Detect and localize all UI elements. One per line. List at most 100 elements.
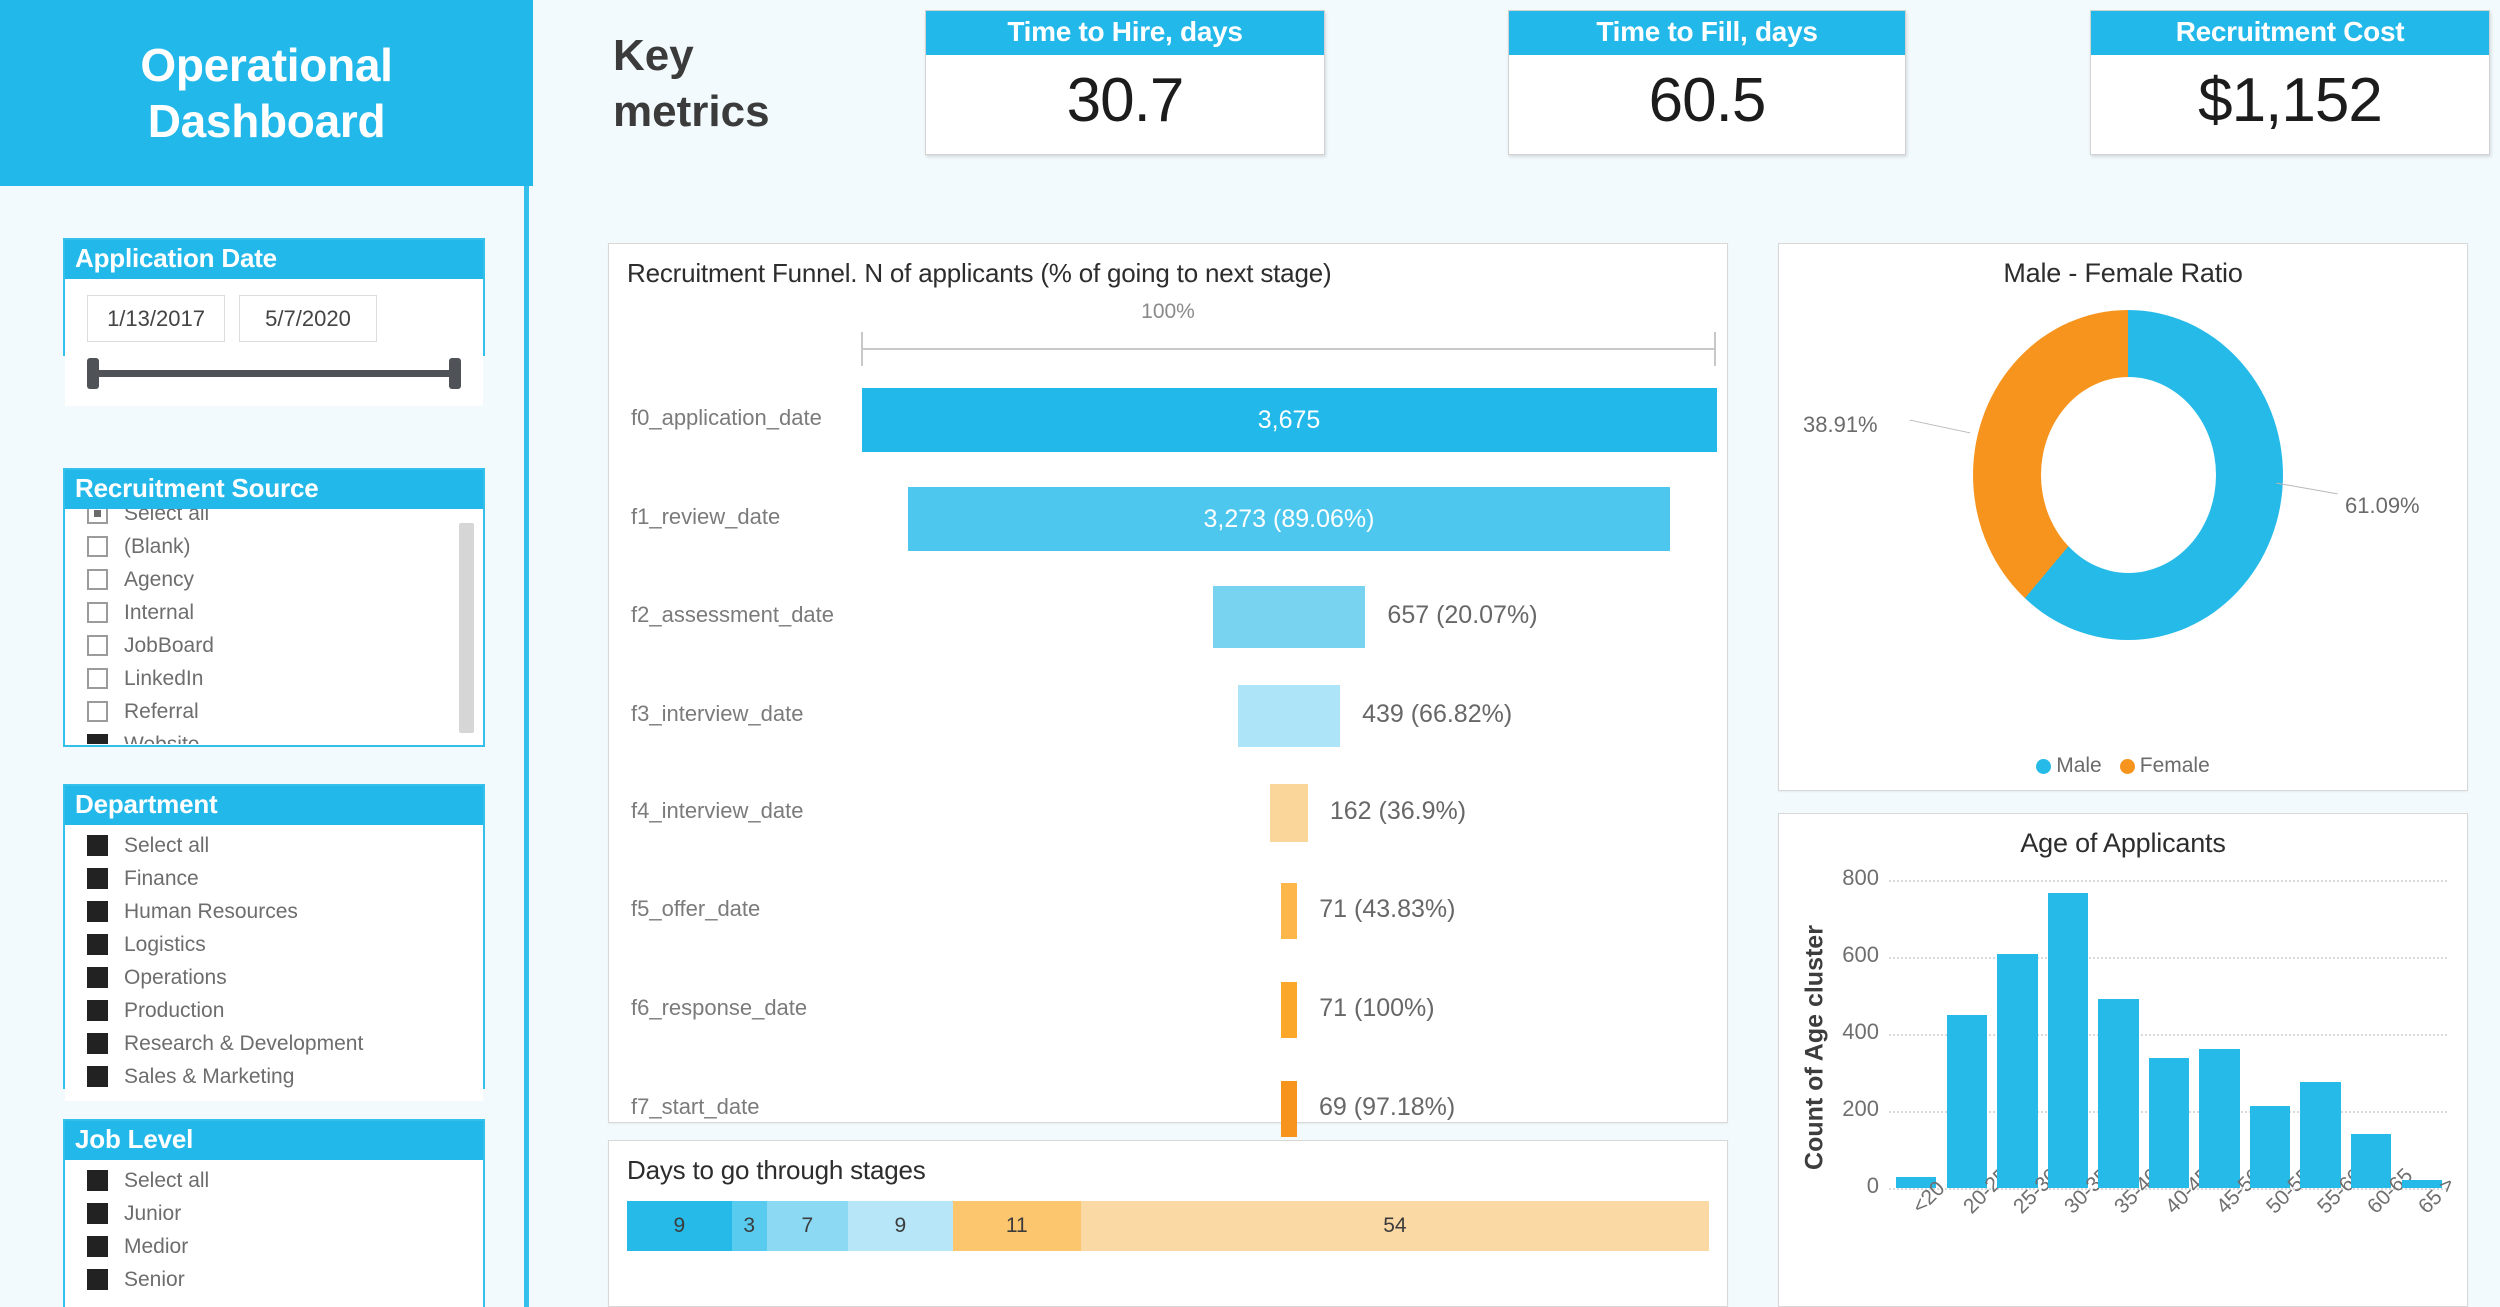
slider-handle-right[interactable] <box>449 358 461 389</box>
funnel-value-0: 3,675 <box>1257 405 1321 434</box>
legend-item-male[interactable]: Male <box>2036 754 2102 778</box>
checkbox-row-recruitment-source-4[interactable]: JobBoard <box>65 629 483 662</box>
days-segment-5[interactable]: 54 <box>1080 1201 1709 1251</box>
checkbox-icon[interactable] <box>87 1066 108 1087</box>
checkbox-row-recruitment-source-7[interactable]: Website <box>65 728 483 744</box>
checkbox-row-department-2[interactable]: Human Resources <box>65 895 483 928</box>
checkbox-icon[interactable] <box>87 734 108 744</box>
days-stacked-bar[interactable]: 9 3 7 9 11 54 <box>627 1201 1709 1251</box>
slicer-recruitment-source-body: Select all (Blank) Agency Internal JobBoard L… <box>65 509 483 744</box>
age-bar-2[interactable] <box>1997 953 2038 1188</box>
funnel-bar-5[interactable] <box>1280 883 1298 939</box>
checkbox-icon[interactable] <box>87 868 108 889</box>
male-female-ratio-plot[interactable]: 38.91% 61.09% <box>1779 290 2467 730</box>
age-bar-3[interactable] <box>2047 893 2089 1188</box>
age-bar-5[interactable] <box>2148 1057 2190 1188</box>
checkbox-icon[interactable] <box>87 701 108 722</box>
checkbox-icon[interactable] <box>87 1000 108 1021</box>
recruitment-funnel-card: Recruitment Funnel. N of applicants (% o… <box>608 243 1728 1226</box>
age-bar-1[interactable] <box>1946 1014 1988 1188</box>
checkbox-icon[interactable] <box>87 967 108 988</box>
age-bar-8[interactable] <box>2300 1082 2341 1188</box>
age-bar-4[interactable] <box>2098 999 2139 1188</box>
checkbox-icon[interactable] <box>87 835 108 856</box>
recruitment-funnel-title: Recruitment Funnel. N of applicants (% o… <box>627 258 1332 288</box>
days-segment-2[interactable]: 7 <box>766 1201 849 1251</box>
donut-legend: Male Female <box>1779 754 2467 778</box>
checkbox-row-recruitment-source-2[interactable]: Agency <box>65 563 483 596</box>
recruitment-funnel-plot[interactable]: 100% f0_application_date 3,675 f1_review_d… <box>609 300 1727 1226</box>
slicer-application-date[interactable]: Application Date 1/13/2017 5/7/2020 <box>63 238 485 406</box>
checkbox-row-job-level-2[interactable]: Medior <box>65 1230 483 1263</box>
checkbox-icon[interactable] <box>87 1236 108 1257</box>
funnel-value-4: 162 (36.9%) <box>1329 797 1467 825</box>
checkbox-row-recruitment-source-0[interactable]: Select all <box>65 509 483 530</box>
checkbox-icon[interactable] <box>87 602 108 623</box>
checkbox-icon[interactable] <box>87 635 108 656</box>
key-metrics-line-1: metrics <box>613 87 770 137</box>
checkbox-row-job-level-1[interactable]: Junior <box>65 1197 483 1230</box>
checkbox-row-department-0[interactable]: Select all <box>65 829 483 862</box>
department-list[interactable]: Select all Finance Human Resources Logistic… <box>65 825 483 1101</box>
checkbox-row-recruitment-source-6[interactable]: Referral <box>65 695 483 728</box>
checkbox-row-department-5[interactable]: Production <box>65 994 483 1027</box>
checkbox-label: Junior <box>124 1201 182 1225</box>
checkbox-label: Research & Development <box>124 1031 364 1055</box>
funnel-bar-1[interactable]: 3,273 (89.06%) <box>908 487 1670 551</box>
funnel-bar-3[interactable] <box>1237 685 1341 747</box>
checkbox-icon[interactable] <box>87 1203 108 1224</box>
recruitment-source-list[interactable]: Select all (Blank) Agency Internal JobBoard L… <box>65 509 483 744</box>
funnel-top-percent: 100% <box>1141 300 1195 323</box>
date-range-slider[interactable] <box>87 350 461 406</box>
checkbox-icon[interactable] <box>87 1269 108 1290</box>
days-segment-3[interactable]: 9 <box>848 1201 953 1251</box>
recruitment-source-scrollbar[interactable] <box>459 523 474 733</box>
checkbox-label: (Blank) <box>124 534 191 558</box>
days-segment-4[interactable]: 11 <box>952 1201 1081 1251</box>
checkbox-row-department-4[interactable]: Operations <box>65 961 483 994</box>
checkbox-label: Select all <box>124 833 210 857</box>
donut-ring[interactable] <box>1973 310 2283 640</box>
checkbox-icon[interactable] <box>87 569 108 590</box>
slider-handle-left[interactable] <box>87 358 99 389</box>
checkbox-row-department-6[interactable]: Research & Development <box>65 1027 483 1060</box>
funnel-bar-4[interactable] <box>1270 784 1308 842</box>
checkbox-icon[interactable] <box>87 934 108 955</box>
checkbox-icon[interactable] <box>87 1170 108 1191</box>
age-of-applicants-plot[interactable]: Count of Age cluster 800 600 400 200 0 <20 20-… <box>1779 858 2467 1307</box>
checkbox-row-job-level-3[interactable]: Senior <box>65 1263 483 1296</box>
checkbox-label: Finance <box>124 866 199 890</box>
checkbox-icon[interactable] <box>87 901 108 922</box>
legend-item-female[interactable]: Female <box>2119 754 2210 778</box>
checkbox-row-job-level-0[interactable]: Select all <box>65 1164 483 1197</box>
checkbox-row-recruitment-source-1[interactable]: (Blank) <box>65 530 483 563</box>
age-bar-6[interactable] <box>2199 1049 2240 1188</box>
checkbox-row-recruitment-source-3[interactable]: Internal <box>65 596 483 629</box>
funnel-bar-2[interactable] <box>1212 586 1366 648</box>
checkbox-row-department-1[interactable]: Finance <box>65 862 483 895</box>
age-bar-7[interactable] <box>2249 1106 2291 1188</box>
sidebar-accent-rail <box>524 186 529 1307</box>
checkbox-icon[interactable] <box>87 1033 108 1054</box>
job-level-list[interactable]: Select all Junior Medior Senior <box>65 1160 483 1304</box>
slicer-job-level[interactable]: Job Level Select all Junior Medior Senior <box>63 1119 485 1307</box>
checkbox-icon[interactable] <box>87 536 108 557</box>
funnel-bar-6[interactable] <box>1280 982 1298 1038</box>
date-end-input[interactable]: 5/7/2020 <box>239 295 377 342</box>
checkbox-row-department-7[interactable]: Sales & Marketing <box>65 1060 483 1093</box>
donut-label-male: 61.09% <box>2345 493 2420 518</box>
days-segment-1[interactable]: 3 <box>731 1201 767 1251</box>
funnel-bar-0[interactable]: 3,675 <box>861 388 1717 452</box>
checkbox-icon[interactable] <box>87 509 108 524</box>
date-range-inputs: 1/13/2017 5/7/2020 <box>65 279 483 348</box>
slicer-department-title: Department <box>65 786 483 825</box>
checkbox-row-recruitment-source-5[interactable]: LinkedIn <box>65 662 483 695</box>
checkbox-icon[interactable] <box>87 668 108 689</box>
days-segment-0[interactable]: 9 <box>627 1201 732 1251</box>
slicer-department[interactable]: Department Select all Finance Human Resour… <box>63 784 485 1101</box>
slider-track[interactable] <box>93 370 455 377</box>
funnel-bar-7[interactable] <box>1280 1081 1298 1137</box>
checkbox-row-department-3[interactable]: Logistics <box>65 928 483 961</box>
slicer-recruitment-source[interactable]: Recruitment Source Select all (Blank) Agen… <box>63 468 485 747</box>
date-start-input[interactable]: 1/13/2017 <box>87 295 225 342</box>
